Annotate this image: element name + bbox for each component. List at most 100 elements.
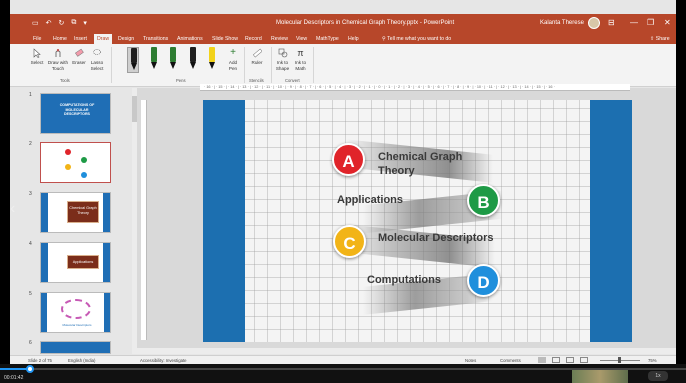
comments-button[interactable]: Comments bbox=[500, 358, 521, 363]
thumb-stripe bbox=[41, 243, 48, 282]
title-bar: ▭ ↶ ↻ ⧉ ▾ Molecular Descriptors in Chemi… bbox=[10, 14, 676, 33]
pen-1[interactable] bbox=[127, 47, 139, 73]
start-from-beginning-icon[interactable]: ⧉ bbox=[71, 19, 76, 27]
reading-view-icon[interactable] bbox=[566, 357, 574, 363]
slide-thumbnail-5[interactable]: Molecular Descriptors bbox=[40, 292, 111, 333]
thumb-title: COMPUTATIONS OF MOLECULAR DESCRIPTORS bbox=[59, 103, 95, 116]
pen-tip bbox=[151, 62, 157, 69]
pen-3[interactable] bbox=[167, 47, 179, 73]
slide-thumbnail-2[interactable] bbox=[40, 142, 111, 183]
tab-review[interactable]: Review bbox=[271, 36, 288, 42]
current-slide[interactable]: A Chemical Graph Theory B Applications C… bbox=[203, 100, 632, 342]
slide-thumbnail-4[interactable]: Applications bbox=[40, 242, 111, 283]
minimize-icon[interactable]: — bbox=[630, 18, 638, 27]
add-pen-button[interactable]: + Add Pen bbox=[225, 48, 241, 71]
previous-arrow-icon[interactable]: ‹ bbox=[10, 200, 15, 218]
tab-record[interactable]: Record bbox=[245, 36, 262, 42]
tab-transitions[interactable]: Transitions bbox=[143, 36, 168, 42]
slide-thumbnail-1[interactable]: COMPUTATIONS OF MOLECULAR DESCRIPTORS bbox=[40, 93, 111, 134]
pen-4[interactable] bbox=[187, 47, 199, 73]
circle-badge-c[interactable]: C bbox=[333, 225, 366, 258]
undo-icon[interactable]: ↶ bbox=[46, 19, 52, 27]
ink-to-shape-button[interactable]: Ink to Shape bbox=[274, 48, 291, 71]
tab-animations[interactable]: Animations bbox=[177, 36, 203, 42]
item-label-c[interactable]: Molecular Descriptors bbox=[378, 231, 494, 245]
slide-number: 1 bbox=[29, 92, 32, 98]
tab-design[interactable]: Design bbox=[118, 36, 134, 42]
slide-sorter-icon[interactable] bbox=[552, 357, 560, 363]
avatar[interactable] bbox=[588, 17, 600, 29]
tab-view[interactable]: View bbox=[296, 36, 307, 42]
slide-thumbnail-3[interactable]: Chemical Graph Theory bbox=[40, 192, 111, 233]
tab-mathtype[interactable]: MathType bbox=[316, 36, 339, 42]
save-icon[interactable]: ▭ bbox=[32, 19, 39, 27]
pen-body bbox=[151, 47, 157, 62]
thumb-graphic bbox=[61, 299, 91, 319]
tab-insert[interactable]: Insert bbox=[74, 36, 87, 42]
thumb-stripe bbox=[103, 243, 110, 282]
circle-badge-a[interactable]: A bbox=[332, 143, 365, 176]
tab-file[interactable]: File bbox=[33, 36, 41, 42]
pen-tip bbox=[190, 62, 196, 69]
shapes-icon bbox=[278, 48, 287, 58]
thumb-stripe bbox=[41, 193, 48, 232]
lasso-select-label: Lasso Select bbox=[90, 60, 104, 71]
group-divider bbox=[244, 47, 245, 83]
draw-with-touch-button[interactable]: Draw with Touch bbox=[46, 48, 70, 71]
circle-badge-d[interactable]: D bbox=[467, 264, 500, 297]
ruler-button[interactable]: Ruler bbox=[250, 48, 264, 66]
group-divider bbox=[313, 47, 314, 83]
lasso-select-button[interactable]: Lasso Select bbox=[88, 48, 106, 71]
share-button[interactable]: ⇧ Share bbox=[650, 36, 670, 42]
slide-number: 4 bbox=[29, 241, 32, 247]
normal-view-icon[interactable] bbox=[538, 357, 546, 363]
maximize-icon[interactable]: ❐ bbox=[647, 18, 654, 27]
horizontal-scrollbar[interactable] bbox=[137, 348, 676, 354]
user-name[interactable]: Kalanta Therese bbox=[540, 20, 584, 26]
pen-2[interactable] bbox=[148, 47, 160, 73]
notes-button[interactable]: Notes bbox=[465, 358, 476, 363]
accessibility-status[interactable]: Accessibility: Investigate bbox=[140, 358, 187, 363]
item-label-b[interactable]: Applications bbox=[337, 193, 403, 207]
ink-to-math-button[interactable]: π Ink to Math bbox=[292, 48, 309, 71]
eraser-button[interactable]: Eraser bbox=[72, 48, 86, 66]
zoom-level[interactable]: 75% bbox=[648, 358, 657, 363]
quick-access-toolbar: ▭ ↶ ↻ ⧉ ▾ bbox=[32, 19, 87, 27]
group-divider bbox=[111, 47, 112, 83]
playback-speed[interactable]: 1x bbox=[648, 371, 668, 381]
thumb-dot bbox=[81, 157, 87, 163]
tab-draw[interactable]: Draw bbox=[94, 34, 113, 44]
tab-help[interactable]: Help bbox=[348, 36, 359, 42]
draw-ribbon: Select Draw with Touch Eraser Lasso Sele… bbox=[10, 44, 676, 87]
ink-to-shape-label: Ink to Shape bbox=[275, 60, 290, 71]
progress-handle[interactable] bbox=[26, 365, 34, 373]
tell-me-search[interactable]: ⚲ Tell me what you want to do bbox=[382, 36, 451, 42]
slide-thumbnail-6[interactable] bbox=[40, 341, 111, 354]
customize-qat-icon[interactable]: ▾ bbox=[83, 19, 87, 27]
slide-number: 3 bbox=[29, 191, 32, 197]
slide-show-icon[interactable] bbox=[580, 357, 588, 363]
tab-home[interactable]: Home bbox=[53, 36, 67, 42]
circle-badge-b[interactable]: B bbox=[467, 184, 500, 217]
group-divider bbox=[271, 47, 272, 83]
eraser-icon bbox=[75, 48, 84, 57]
thumb-dot bbox=[65, 164, 71, 170]
language-status[interactable]: English (India) bbox=[68, 358, 95, 363]
slide-number: 2 bbox=[29, 141, 32, 147]
pens-group-label: Pens bbox=[176, 78, 186, 83]
select-button[interactable]: Select bbox=[30, 48, 44, 66]
item-label-d[interactable]: Computations bbox=[367, 273, 441, 287]
pen-tip bbox=[170, 62, 176, 69]
close-icon[interactable]: ✕ bbox=[664, 18, 671, 27]
ribbon-display-options-icon[interactable]: ⊟ bbox=[608, 18, 615, 27]
stencils-group-label: Stencils bbox=[249, 78, 264, 83]
status-bar: Slide 2 of 75 English (India) Accessibil… bbox=[10, 355, 676, 364]
thumb-dot bbox=[65, 149, 71, 155]
tab-slide-show[interactable]: Slide Show bbox=[212, 36, 238, 42]
highlighter-pen[interactable] bbox=[206, 47, 218, 73]
zoom-slider-handle[interactable] bbox=[618, 357, 621, 363]
item-label-a[interactable]: Chemical Graph Theory bbox=[378, 150, 488, 178]
redo-icon[interactable]: ↻ bbox=[59, 19, 65, 27]
share-label: Share bbox=[655, 36, 670, 42]
horizontal-ruler: · 16 · | · 15 · | · 14 · | · 13 · | · 12… bbox=[200, 84, 630, 91]
